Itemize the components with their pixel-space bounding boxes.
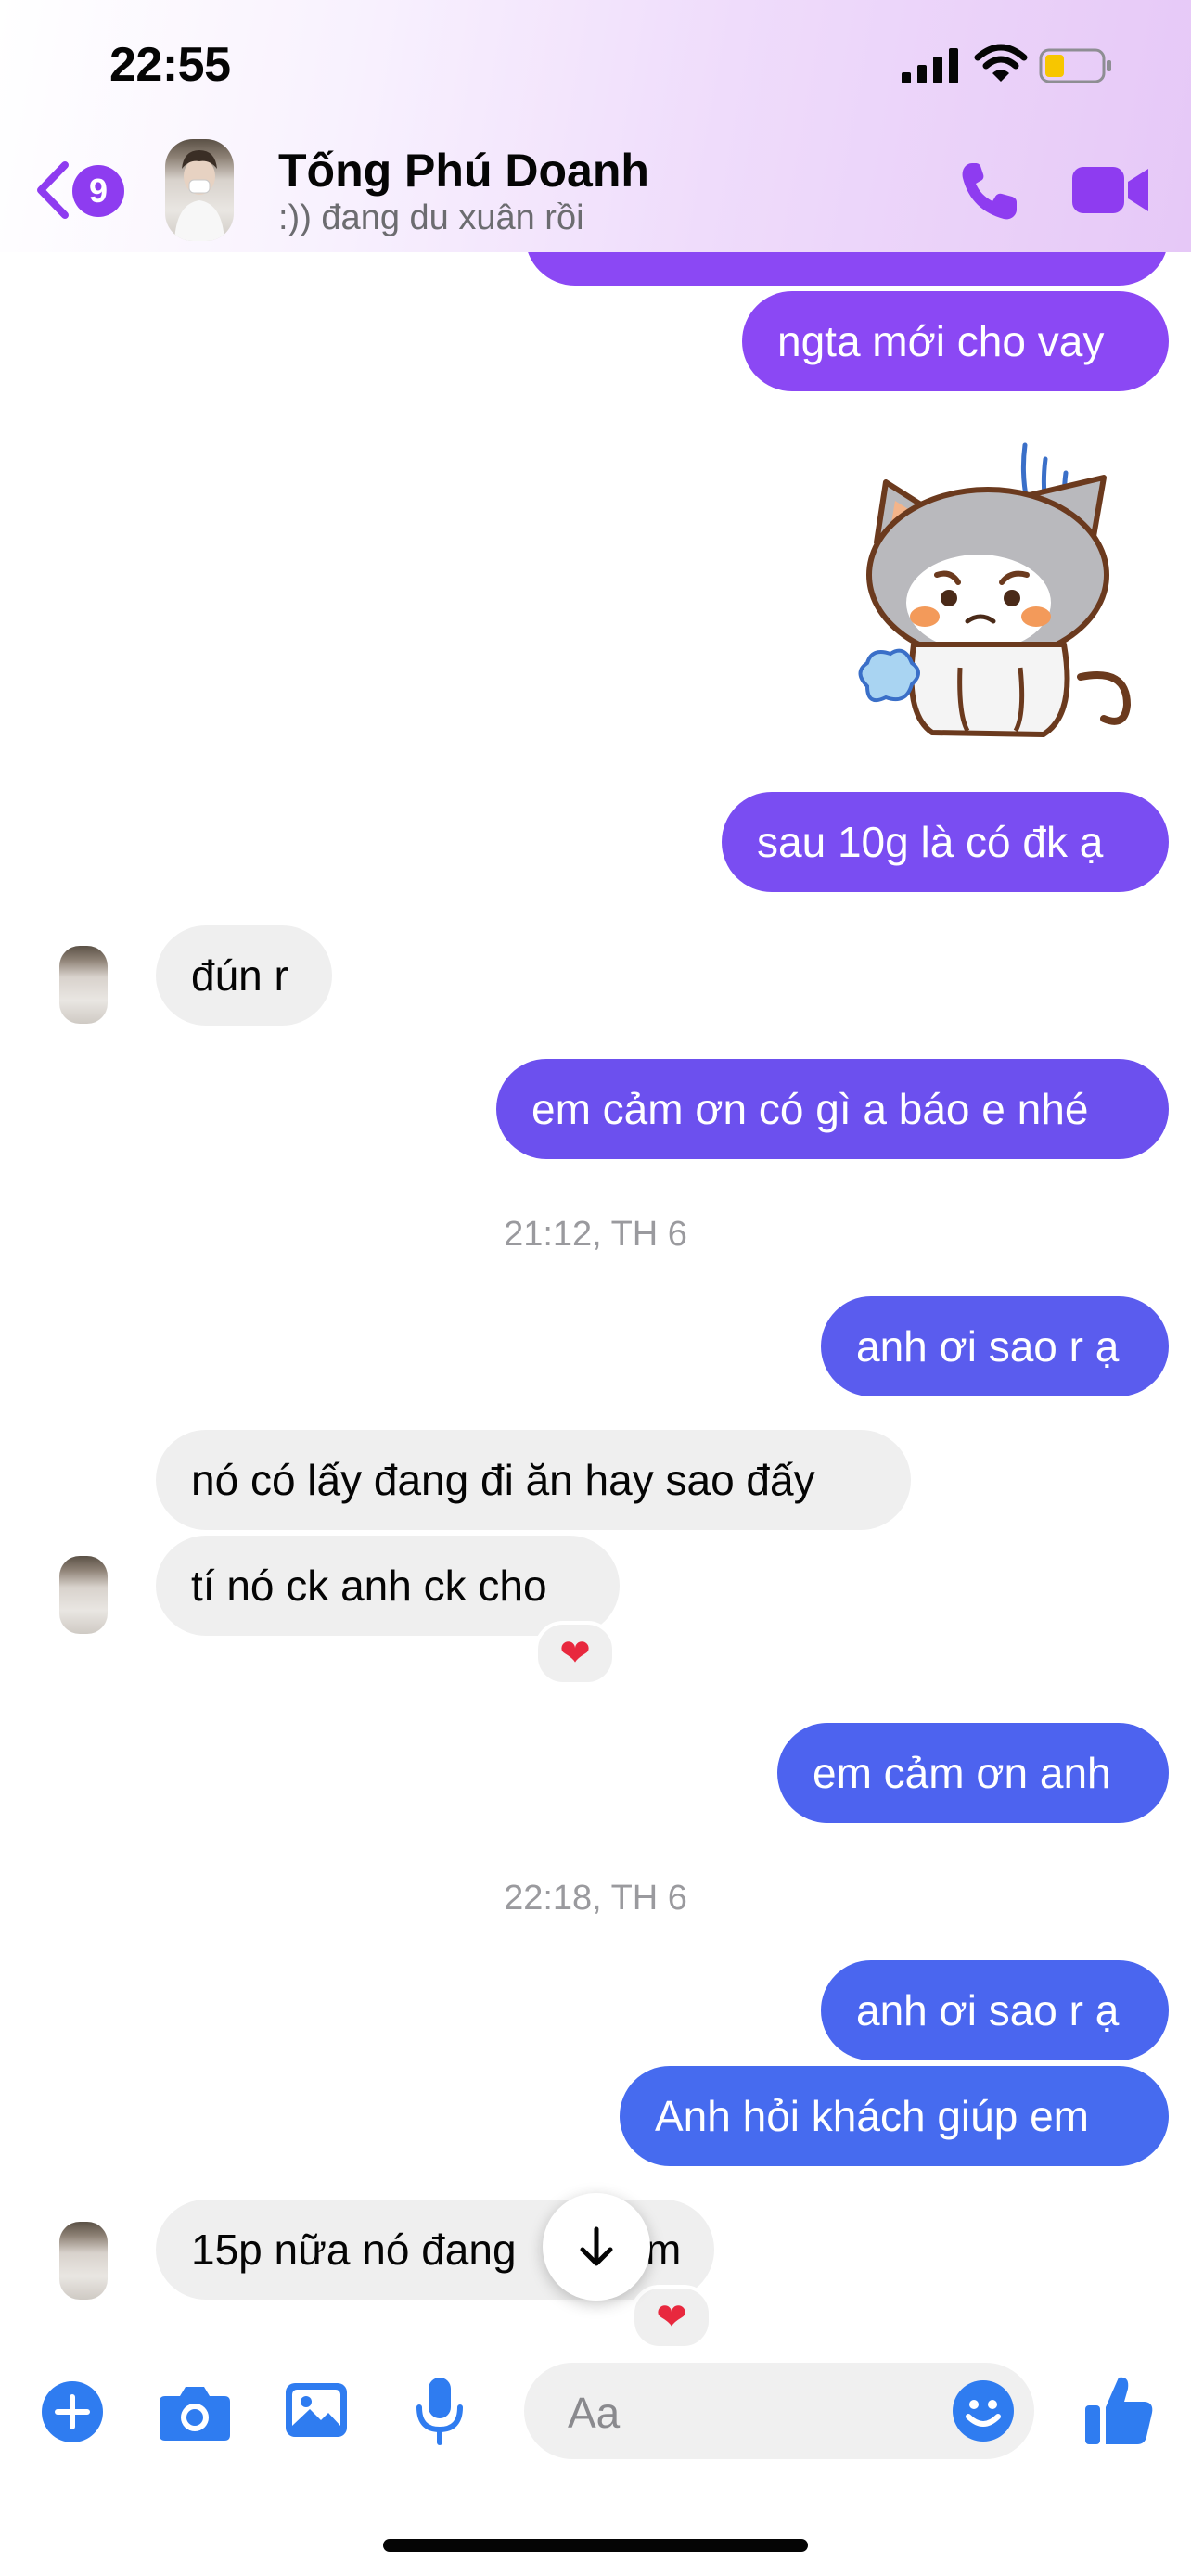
contact-name[interactable]: Tống Phú Doanh [278, 144, 649, 198]
message-text: sau 10g là có đk ạ [757, 818, 1104, 866]
battery-icon [1039, 48, 1111, 83]
contact-avatar-small[interactable] [59, 946, 108, 1024]
timestamp: 22:18, TH 6 [504, 1879, 687, 1918]
image-icon[interactable] [284, 2378, 349, 2442]
message-bubble-outgoing[interactable]: em cảm ơn anh [777, 1723, 1169, 1823]
message-text: anh ơi sao r ạ [856, 1322, 1120, 1371]
cellular-signal-icon [902, 48, 958, 83]
message-text: ngta mới cho vay [777, 317, 1105, 365]
avatar-photo [174, 150, 224, 241]
timestamp: 21:12, TH 6 [504, 1215, 687, 1254]
message-text: em cảm ơn có gì a báo e nhé [531, 1085, 1089, 1133]
unread-count-badge[interactable]: 9 [72, 165, 124, 217]
message-text: em cảm ơn anh [813, 1749, 1111, 1797]
message-bubble-outgoing[interactable]: ngta mới cho vay [742, 291, 1169, 391]
message-text: tí nó ck anh ck cho [191, 1562, 547, 1610]
heart-icon: ❤ [559, 1633, 591, 1674]
message-bubble-outgoing[interactable]: sau 10g là có đk ạ [722, 792, 1169, 892]
message-bubble-outgoing[interactable]: Anh hỏi khách giúp em [620, 2066, 1169, 2166]
message-text: anh ơi sao r ạ [856, 1986, 1120, 2034]
message-text: nó có lấy đang đi ăn hay sao đấy [191, 1456, 815, 1504]
message-bubble-incoming[interactable]: nó có lấy đang đi ăn hay sao đấy [156, 1430, 911, 1530]
arrow-down-icon [580, 2226, 613, 2266]
cat-sticker[interactable] [849, 436, 1146, 751]
scroll-to-bottom-button[interactable] [543, 2193, 650, 2301]
phone-call-button[interactable] [955, 158, 1022, 224]
message-text: Anh hỏi khách giúp em [655, 2092, 1089, 2140]
message-bubble-outgoing[interactable]: em cảm ơn có gì a báo e nhé [496, 1059, 1169, 1159]
contact-status: :)) đang du xuân rồi [278, 198, 584, 237]
conversation-header: 22:55 9 Tống Phú Doanh :)) đang du xuân … [0, 0, 1191, 252]
camera-icon[interactable] [158, 2383, 232, 2442]
message-text: đún r [191, 951, 288, 1000]
thumbs-up-icon[interactable] [1083, 2372, 1154, 2446]
heart-icon: ❤ [656, 2297, 687, 2338]
message-bubble-incoming[interactable]: đún r [156, 925, 332, 1026]
contact-avatar[interactable] [165, 139, 234, 241]
message-input-placeholder: Aa [568, 2389, 621, 2437]
heart-reaction[interactable]: ❤ [534, 1621, 616, 1686]
heart-reaction[interactable]: ❤ [631, 2285, 712, 2346]
home-indicator [383, 2539, 808, 2552]
video-call-button[interactable] [1072, 161, 1150, 219]
chat-thread[interactable]: ngta mới cho vay sau 10g là có đk ạ đún … [0, 0, 1191, 2346]
message-bubble-incoming[interactable]: tí nó ck anh ck cho [156, 1536, 620, 1636]
plus-circle-icon[interactable] [41, 2380, 104, 2443]
contact-avatar-small[interactable] [59, 1556, 108, 1634]
message-bubble-outgoing[interactable]: anh ơi sao r ạ [821, 1296, 1169, 1396]
microphone-icon[interactable] [414, 2376, 466, 2446]
emoji-icon[interactable] [952, 2379, 1015, 2442]
message-text: 15p nữa nó đang [191, 2225, 517, 2274]
wifi-icon [974, 44, 1028, 82]
message-bubble-outgoing[interactable]: anh ơi sao r ạ [821, 1960, 1169, 2060]
status-time: 22:55 [109, 38, 231, 92]
contact-avatar-small[interactable] [59, 2222, 108, 2300]
